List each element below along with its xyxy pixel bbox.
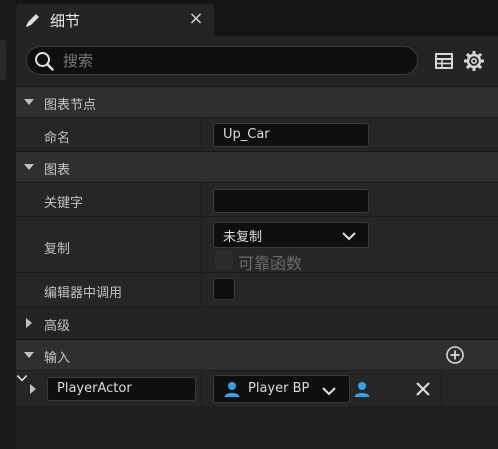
chevron-down-icon xyxy=(322,387,336,396)
details-content: 图表节点 命名 Up_Car 图表 关键字 复制 未复制 可靠函数 编辑器中调用… xyxy=(16,86,498,449)
param-type-dropdown[interactable]: Player BP xyxy=(213,375,350,403)
pencil-icon xyxy=(26,14,39,27)
empty-area xyxy=(16,406,498,449)
column-divider xyxy=(201,118,202,151)
param-name-field[interactable]: PlayerActor xyxy=(47,377,196,401)
tab-details[interactable]: 细节 × xyxy=(16,4,214,36)
remove-param-icon[interactable] xyxy=(414,380,432,398)
name-field[interactable]: Up_Car xyxy=(213,123,369,147)
call-in-editor-checkbox[interactable] xyxy=(213,278,235,300)
search-row xyxy=(16,36,498,86)
category-graph-node[interactable]: 图表节点 xyxy=(16,86,498,117)
param-type-label: Player BP xyxy=(248,381,310,396)
keywords-field[interactable] xyxy=(213,189,369,213)
property-label: 复制 xyxy=(44,242,71,257)
category-inputs[interactable]: 输入 xyxy=(16,339,498,370)
tab-title: 细节 xyxy=(50,12,81,30)
reliable-checkbox xyxy=(215,251,233,269)
reliable-label: 可靠函数 xyxy=(238,254,303,273)
property-label: 编辑器中调用 xyxy=(44,286,123,301)
expanded-arrow-icon xyxy=(24,164,34,170)
collapsed-arrow-icon xyxy=(26,318,32,328)
chevron-down-icon[interactable] xyxy=(16,374,28,382)
property-row-keywords: 关键字 xyxy=(16,182,498,216)
plus-circle-icon[interactable] xyxy=(445,345,465,365)
container-type-icon[interactable] xyxy=(353,380,371,398)
person-icon xyxy=(224,382,240,397)
left-edge-handle xyxy=(0,40,6,80)
category-label: 输入 xyxy=(44,351,71,366)
column-divider xyxy=(201,371,202,406)
column-divider xyxy=(201,217,202,272)
property-label: 命名 xyxy=(44,131,71,146)
search-icon xyxy=(35,52,54,71)
property-row-name: 命名 Up_Car xyxy=(16,117,498,151)
left-edge-strip xyxy=(0,0,16,449)
column-divider xyxy=(441,371,442,407)
category-label: 图表 xyxy=(44,163,71,178)
expanded-arrow-icon xyxy=(24,352,34,358)
category-label: 图表节点 xyxy=(44,98,97,113)
collapsed-arrow-icon[interactable] xyxy=(28,384,38,394)
chevron-down-icon xyxy=(342,232,356,241)
expanded-arrow-icon xyxy=(24,99,34,105)
search-input[interactable] xyxy=(63,50,403,72)
input-param-row: PlayerActor Player BP xyxy=(16,370,498,407)
search-box[interactable] xyxy=(26,46,418,75)
gear-icon[interactable] xyxy=(463,50,485,72)
category-advanced[interactable]: 高级 xyxy=(16,306,498,339)
close-tab-button[interactable]: × xyxy=(186,8,206,30)
replication-value: 未复制 xyxy=(223,230,263,245)
column-divider xyxy=(201,273,202,306)
property-row-replication: 复制 未复制 可靠函数 xyxy=(16,216,498,273)
category-graph[interactable]: 图表 xyxy=(16,151,498,182)
property-label: 关键字 xyxy=(44,196,84,211)
details-panel: 细节 × 搜索 图表节点 命名 Up_Car 图表 关键字 复制 未复制 可靠函… xyxy=(16,0,498,449)
column-divider xyxy=(201,183,202,216)
category-label: 高级 xyxy=(44,319,71,334)
replication-dropdown[interactable]: 未复制 xyxy=(213,222,369,248)
property-row-call-in-editor: 编辑器中调用 xyxy=(16,272,498,306)
table-icon[interactable] xyxy=(434,51,454,71)
tab-bar: 细节 × xyxy=(16,0,498,36)
